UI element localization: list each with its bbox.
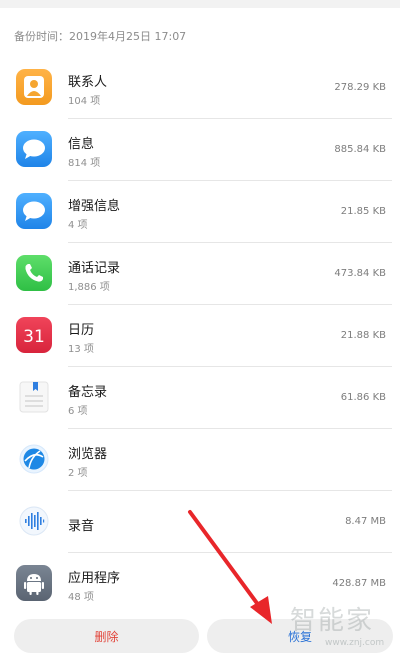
backup-time-label: 备份时间：2019年4月25日 17:07 <box>14 30 187 43</box>
list-item-recorder[interactable]: 录音 8.47 MB <box>0 491 400 553</box>
calendar-date-text: 31 <box>23 327 45 347</box>
list-item-notepad[interactable]: 备忘录 6 项 61.86 KB <box>0 367 400 429</box>
top-bar <box>0 0 400 8</box>
notepad-icon <box>16 379 52 415</box>
item-size: 21.85 KB <box>340 206 386 217</box>
android-icon <box>16 565 52 601</box>
item-count: 2 项 <box>68 468 88 479</box>
item-name: 通话记录 <box>68 261 121 276</box>
item-name: 应用程序 <box>68 571 121 586</box>
item-size: 8.47 MB <box>345 516 386 527</box>
calendar-icon: 31 <box>16 317 52 353</box>
delete-button[interactable]: 删除 <box>14 619 199 653</box>
watermark-logo: 智能家 <box>290 606 375 636</box>
item-count: 13 项 <box>68 344 94 355</box>
enhanced-messages-icon <box>16 193 52 229</box>
list-item-contacts[interactable]: 联系人 104 项 278.29 KB <box>0 57 400 119</box>
item-count: 6 项 <box>68 406 88 417</box>
browser-icon <box>16 441 52 477</box>
messages-icon <box>16 131 52 167</box>
recorder-icon <box>16 503 52 539</box>
watermark-url: www.znj.com <box>325 638 385 648</box>
contacts-icon <box>16 69 52 105</box>
item-name: 浏览器 <box>68 447 108 462</box>
list-item-browser[interactable]: 浏览器 2 项 <box>0 429 400 491</box>
item-name: 信息 <box>68 137 95 152</box>
list-item-enhanced-messages[interactable]: 增强信息 4 项 21.85 KB <box>0 181 400 243</box>
list-item-calendar[interactable]: 31 日历 13 项 21.88 KB <box>0 305 400 367</box>
item-count: 48 项 <box>68 592 94 603</box>
item-size: 21.88 KB <box>340 330 386 341</box>
item-name: 增强信息 <box>68 199 121 214</box>
item-name: 联系人 <box>68 75 108 90</box>
item-size: 278.29 KB <box>334 82 386 93</box>
item-name: 日历 <box>68 323 95 338</box>
item-count: 1,886 项 <box>68 282 110 293</box>
item-name: 备忘录 <box>68 385 108 400</box>
phone-icon <box>16 255 52 291</box>
item-count: 104 项 <box>68 96 101 107</box>
item-count: 4 项 <box>68 220 88 231</box>
item-count: 814 项 <box>68 158 101 169</box>
list-item-call-log[interactable]: 通话记录 1,886 项 473.84 KB <box>0 243 400 305</box>
item-size: 885.84 KB <box>334 144 386 155</box>
item-size: 428.87 MB <box>332 578 386 589</box>
item-size: 61.86 KB <box>340 392 386 403</box>
backup-item-list: 联系人 104 项 278.29 KB 信息 814 项 885.84 KB 增… <box>0 57 400 615</box>
item-name: 录音 <box>68 519 95 534</box>
list-item-messages[interactable]: 信息 814 项 885.84 KB <box>0 119 400 181</box>
item-size: 473.84 KB <box>334 268 386 279</box>
